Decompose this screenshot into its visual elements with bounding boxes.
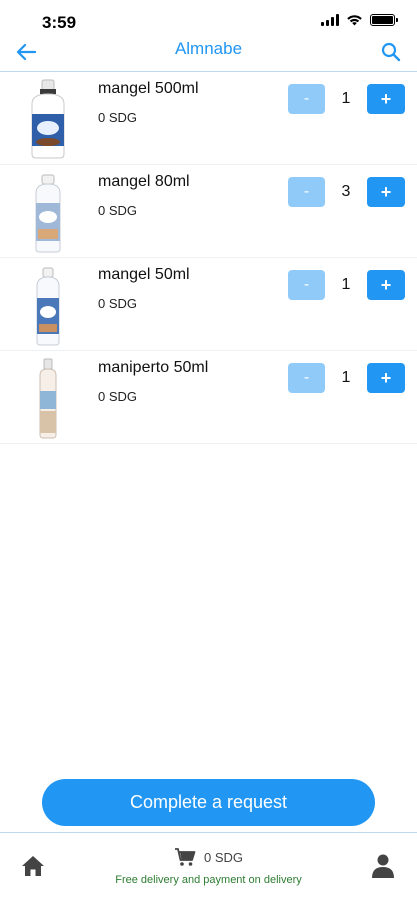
product-price: 0 SDG <box>98 296 138 311</box>
quantity-value: 1 <box>341 369 351 386</box>
signal-icon <box>321 14 339 26</box>
cart-icon <box>174 848 196 866</box>
quantity-value: 3 <box>341 183 351 200</box>
cart-item-list: mangel 500ml 0 SDG - 1 + mangel 80ml 0 S… <box>0 72 417 444</box>
increase-quantity-button[interactable]: + <box>367 270 405 300</box>
decrease-quantity-button[interactable]: - <box>288 177 325 207</box>
cart-item: mangel 500ml 0 SDG - 1 + <box>0 72 417 165</box>
increase-quantity-button[interactable]: + <box>367 84 405 114</box>
search-button[interactable] <box>377 38 405 66</box>
product-name: mangel 500ml <box>98 80 199 97</box>
search-icon <box>381 42 401 62</box>
product-image <box>35 174 61 253</box>
profile-icon <box>372 854 394 878</box>
product-image <box>31 79 65 159</box>
cart-total: 0 SDG <box>203 849 243 865</box>
bottom-bar: 0 SDG Free delivery and payment on deliv… <box>0 832 417 900</box>
quantity-value: 1 <box>341 90 351 107</box>
page-title: Almnabe <box>174 39 243 58</box>
decrease-quantity-button[interactable]: - <box>288 84 325 114</box>
profile-button[interactable] <box>371 853 395 879</box>
status-icons <box>321 14 398 26</box>
product-name: mangel 50ml <box>98 266 190 283</box>
product-name: mangel 80ml <box>98 173 190 190</box>
decrease-quantity-button[interactable]: - <box>288 270 325 300</box>
quantity-value: 1 <box>341 276 351 293</box>
cart-item: mangel 50ml 0 SDG - 1 + <box>0 258 417 351</box>
product-price: 0 SDG <box>98 203 138 218</box>
app-header: Almnabe <box>0 30 417 72</box>
increase-quantity-button[interactable]: + <box>367 177 405 207</box>
product-image <box>39 358 57 439</box>
decrease-quantity-button[interactable]: - <box>288 363 325 393</box>
product-price: 0 SDG <box>98 110 138 125</box>
product-name: maniperto 50ml <box>98 359 209 376</box>
battery-icon <box>370 14 398 26</box>
wifi-icon <box>347 15 362 26</box>
delivery-note: Free delivery and payment on delivery <box>115 874 302 886</box>
cart-item: maniperto 50ml 0 SDG - 1 + <box>0 351 417 444</box>
increase-quantity-button[interactable]: + <box>367 363 405 393</box>
product-price: 0 SDG <box>98 389 138 404</box>
cart-item: mangel 80ml 0 SDG - 3 + <box>0 165 417 258</box>
complete-request-button[interactable]: Complete a request <box>42 779 375 826</box>
cart-summary[interactable]: 0 SDG <box>0 847 417 867</box>
product-image <box>36 267 60 346</box>
